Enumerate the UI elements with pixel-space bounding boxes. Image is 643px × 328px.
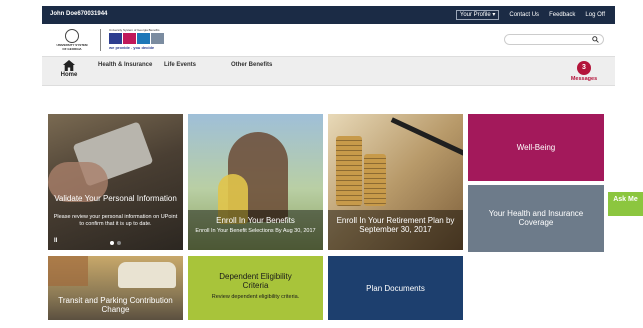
search-icon[interactable] xyxy=(592,36,599,43)
brand-top-text: University System of Georgia Benefits xyxy=(109,28,160,32)
contact-us-link[interactable]: Contact Us xyxy=(509,12,539,18)
nav-other-benefits[interactable]: Other Benefits xyxy=(231,62,272,68)
tile-validate-info[interactable]: Validate Your Personal Information Pleas… xyxy=(48,114,183,250)
carousel-dot[interactable] xyxy=(117,241,121,245)
your-profile-label: Your Profile xyxy=(459,12,491,18)
tile-wellbeing[interactable]: Well-Being xyxy=(468,114,604,181)
main-nav: Home Health & Insurance Life Events Othe… xyxy=(42,56,615,86)
tile-transit-title: Transit and Parking Contribution Change xyxy=(58,296,173,314)
coins-photo xyxy=(336,136,362,206)
tile-health-coverage-title: Your Health and Insurance Coverage xyxy=(488,209,584,227)
nav-home-label: Home xyxy=(60,72,78,78)
user-name: John Doe670031944 xyxy=(50,11,108,17)
tile-dependent-sub: Review dependent eligibility criteria. xyxy=(211,294,300,300)
brand-tagline: we provide . you decide xyxy=(109,45,155,50)
tile-health-coverage[interactable]: Your Health and Insurance Coverage xyxy=(468,185,604,252)
top-links: Your Profile ▾ Contact Us Feedback Log O… xyxy=(455,10,605,20)
messages-button[interactable]: 3 Messages xyxy=(567,61,601,82)
pause-icon[interactable]: II xyxy=(54,238,57,244)
car-photo xyxy=(118,262,176,288)
carousel-dots[interactable] xyxy=(110,241,121,245)
benefits-brand-logo[interactable]: University System of Georgia Benefits we… xyxy=(109,28,164,52)
tile-validate-title: Validate Your Personal Information xyxy=(54,194,177,203)
chevron-down-icon: ▾ xyxy=(492,12,496,18)
tile-enroll-retirement[interactable]: Enroll In Your Retirement Plan by Septem… xyxy=(328,114,463,250)
seal-text: UNIVERSITY SYSTEM OF GEORGIA xyxy=(56,43,88,51)
pen-photo xyxy=(390,117,463,156)
usg-seal-logo[interactable]: UNIVERSITY SYSTEM OF GEORGIA xyxy=(56,29,88,53)
feedback-link[interactable]: Feedback xyxy=(549,12,575,18)
tile-enroll-retirement-title: Enroll In Your Retirement Plan by Septem… xyxy=(336,216,455,234)
top-bar: John Doe670031944 Your Profile ▾ Contact… xyxy=(42,6,615,24)
nav-health-insurance[interactable]: Health & Insurance xyxy=(98,62,152,68)
search-input[interactable] xyxy=(504,34,604,45)
tile-plan-documents[interactable]: Plan Documents xyxy=(328,256,463,320)
nav-life-events[interactable]: Life Events xyxy=(164,62,196,68)
logo-divider xyxy=(100,29,101,51)
tile-enroll-benefits-sub: Enroll In Your Benefit Selections By Aug… xyxy=(195,228,316,234)
seal-icon xyxy=(65,29,79,43)
messages-count-badge: 3 xyxy=(577,61,591,75)
carousel-dot-active[interactable] xyxy=(110,241,114,245)
tile-enroll-benefits[interactable]: Enroll In Your Benefits Enroll In Your B… xyxy=(188,114,323,250)
your-profile-dropdown[interactable]: Your Profile ▾ xyxy=(455,10,500,20)
tile-wellbeing-title: Well-Being xyxy=(516,143,556,152)
nav-home[interactable]: Home xyxy=(54,60,84,78)
tile-enroll-benefits-title: Enroll In Your Benefits xyxy=(216,216,295,225)
street-photo xyxy=(48,256,88,286)
tile-dependent-eligibility[interactable]: Dependent Eligibility Criteria Review de… xyxy=(188,256,323,320)
tile-dependent-title: Dependent Eligibility Criteria xyxy=(219,272,292,290)
header: UNIVERSITY SYSTEM OF GEORGIA University … xyxy=(42,24,615,56)
messages-label: Messages xyxy=(570,76,598,82)
tile-transit-parking[interactable]: Transit and Parking Contribution Change xyxy=(48,256,183,320)
tile-validate-sub: Please review your personal information … xyxy=(53,214,178,227)
home-icon xyxy=(63,60,75,71)
brand-color-blocks xyxy=(109,33,164,44)
coins-photo-2 xyxy=(364,154,386,206)
log-off-link[interactable]: Log Off xyxy=(585,12,605,18)
tile-plan-documents-title: Plan Documents xyxy=(366,284,425,293)
ask-me-button[interactable]: Ask Me xyxy=(608,192,643,216)
